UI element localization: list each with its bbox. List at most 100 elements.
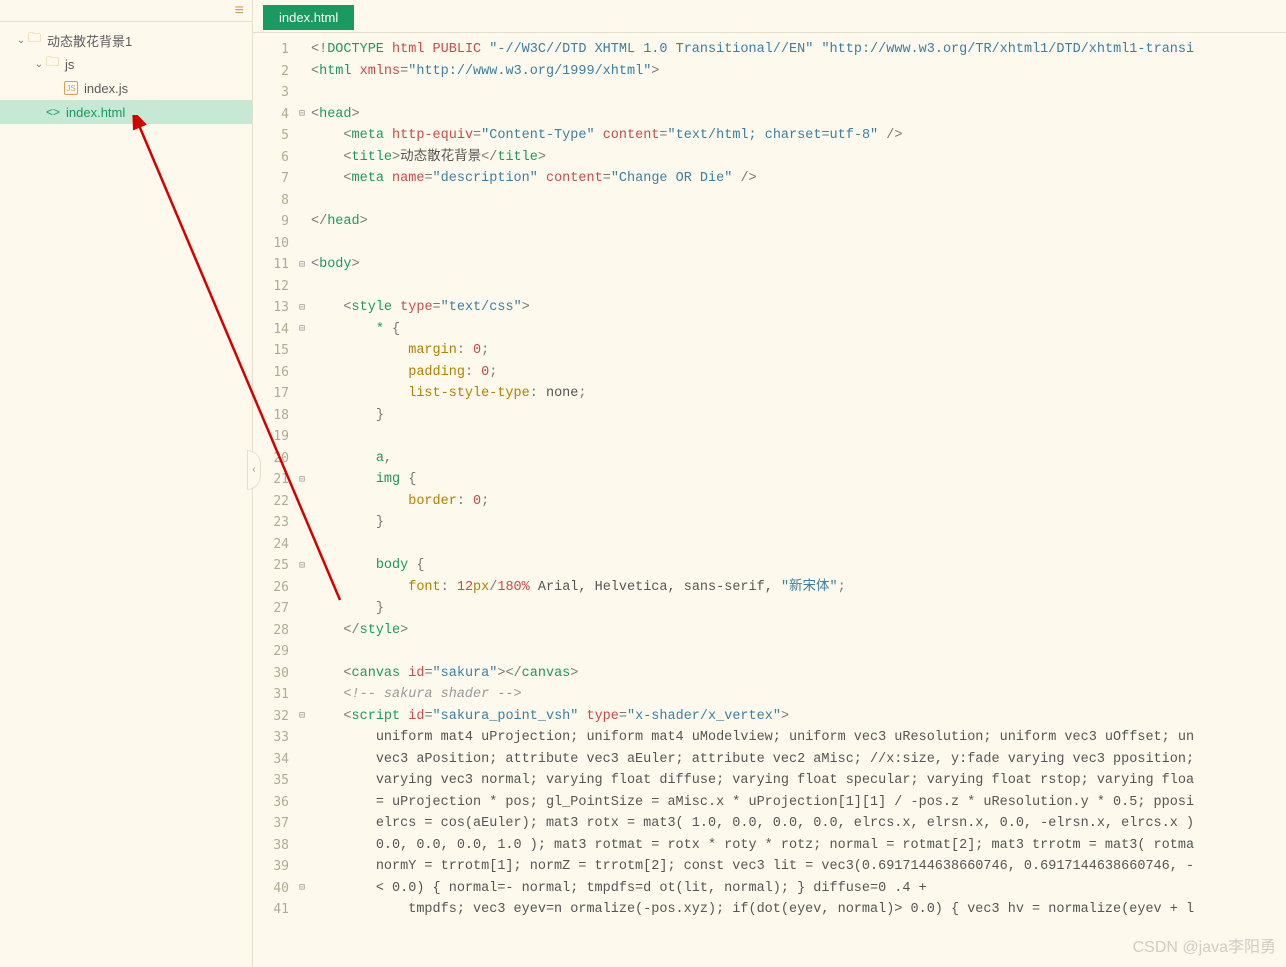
fold-toggle [295,577,309,599]
code-line[interactable]: padding: 0; [311,362,1286,384]
line-number: 11 [253,254,289,276]
fold-toggle[interactable]: ⊟ [295,555,309,577]
code-line[interactable]: varying vec3 normal; varying float diffu… [311,770,1286,792]
fold-toggle [295,856,309,878]
fold-toggle [295,749,309,771]
tree-item-label: index.js [84,81,128,96]
code-line[interactable]: font: 12px/180% Arial, Helvetica, sans-s… [311,577,1286,599]
line-number: 40 [253,878,289,900]
fold-toggle [295,899,309,921]
fold-toggle[interactable]: ⊟ [295,706,309,728]
line-number: 18 [253,405,289,427]
fold-toggle[interactable]: ⊟ [295,469,309,491]
code-line[interactable]: vec3 aPosition; attribute vec3 aEuler; a… [311,749,1286,771]
file-tree: ⌄🗀动态散花背景1⌄🗀js JS index.js <>index.html [0,22,252,124]
line-number: 31 [253,684,289,706]
code-line[interactable]: * { [311,319,1286,341]
tree-item-label: 动态散花背景1 [47,31,132,50]
code-line[interactable]: img { [311,469,1286,491]
tree-item-动态散花背景1[interactable]: ⌄🗀动态散花背景1 [0,28,252,52]
code-line[interactable] [311,82,1286,104]
file-tree-sidebar: ≡ ⌄🗀动态散花背景1⌄🗀js JS index.js <>index.html [0,0,253,967]
code-line[interactable]: <script id="sakura_point_vsh" type="x-sh… [311,706,1286,728]
code-line[interactable]: <canvas id="sakura"></canvas> [311,663,1286,685]
code-line[interactable]: <html xmlns="http://www.w3.org/1999/xhtm… [311,61,1286,83]
line-number: 2 [253,61,289,83]
code-line[interactable]: a, [311,448,1286,470]
js-file-icon: JS [64,81,78,95]
code-line[interactable]: 0.0, 0.0, 0.0, 1.0 ); mat3 rotmat = rotx… [311,835,1286,857]
html-file-icon: <> [46,105,60,119]
fold-toggle[interactable]: ⊟ [295,104,309,126]
code-line[interactable]: <meta name="description" content="Change… [311,168,1286,190]
code-line[interactable]: </head> [311,211,1286,233]
line-number: 13 [253,297,289,319]
tree-item-index-html[interactable]: <>index.html [0,100,252,124]
code-line[interactable]: <body> [311,254,1286,276]
code-line[interactable]: <!-- sakura shader --> [311,684,1286,706]
code-line[interactable]: normY = trrotm[1]; normZ = trrotm[2]; co… [311,856,1286,878]
code-line[interactable]: elrcs = cos(aEuler); mat3 rotx = mat3( 1… [311,813,1286,835]
fold-toggle[interactable]: ⊟ [295,254,309,276]
line-number: 33 [253,727,289,749]
line-number: 28 [253,620,289,642]
line-number: 6 [253,147,289,169]
code-line[interactable]: } [311,405,1286,427]
tree-item-index-js[interactable]: JS index.js [0,76,252,100]
code-line[interactable] [311,190,1286,212]
line-number: 15 [253,340,289,362]
code-line[interactable]: body { [311,555,1286,577]
code-line[interactable] [311,276,1286,298]
line-number: 16 [253,362,289,384]
code-line[interactable]: tmpdfs; vec3 eyev=n ormalize(-pos.xyz); … [311,899,1286,921]
code-line[interactable]: = uProjection * pos; gl_PointSize = aMis… [311,792,1286,814]
line-number: 14 [253,319,289,341]
code-editor[interactable]: 1234567891011121314151617181920212223242… [253,32,1286,967]
fold-toggle [295,39,309,61]
code-line[interactable]: <title>动态散花背景</title> [311,147,1286,169]
code-line[interactable]: <style type="text/css"> [311,297,1286,319]
code-line[interactable]: } [311,512,1286,534]
fold-toggle[interactable]: ⊟ [295,319,309,341]
fold-toggle [295,340,309,362]
fold-toggle [295,426,309,448]
tab-index-html[interactable]: index.html [263,5,354,30]
code-line[interactable]: </style> [311,620,1286,642]
line-number: 8 [253,190,289,212]
code-line[interactable]: margin: 0; [311,340,1286,362]
fold-toggle [295,383,309,405]
code-line[interactable] [311,641,1286,663]
fold-toggle[interactable]: ⊟ [295,878,309,900]
fold-toggle [295,362,309,384]
fold-toggle [295,684,309,706]
line-number-gutter: 1234567891011121314151617181920212223242… [253,33,295,967]
code-line[interactable]: list-style-type: none; [311,383,1286,405]
fold-toggle[interactable]: ⊟ [295,297,309,319]
code-line[interactable]: border: 0; [311,491,1286,513]
code-line[interactable]: uniform mat4 uProjection; uniform mat4 u… [311,727,1286,749]
fold-toggle [295,641,309,663]
code-line[interactable] [311,426,1286,448]
code-line[interactable]: <head> [311,104,1286,126]
line-number: 23 [253,512,289,534]
code-line[interactable]: <!DOCTYPE html PUBLIC "-//W3C//DTD XHTML… [311,39,1286,61]
fold-toggle [295,598,309,620]
code-line[interactable] [311,233,1286,255]
code-line[interactable]: <meta http-equiv="Content-Type" content=… [311,125,1286,147]
code-content[interactable]: <!DOCTYPE html PUBLIC "-//W3C//DTD XHTML… [309,33,1286,967]
tree-item-label: js [65,57,74,72]
fold-toggle [295,792,309,814]
line-number: 17 [253,383,289,405]
menu-icon[interactable]: ≡ [234,2,244,20]
fold-toggle [295,211,309,233]
fold-toggle [295,770,309,792]
line-number: 29 [253,641,289,663]
code-line[interactable] [311,534,1286,556]
tree-item-js[interactable]: ⌄🗀js [0,52,252,76]
code-line[interactable]: < 0.0) { normal=- normal; tmpdfs=d ot(li… [311,878,1286,900]
fold-toggle [295,534,309,556]
fold-toggle [295,190,309,212]
fold-toggle [295,233,309,255]
fold-toggle [295,813,309,835]
code-line[interactable]: } [311,598,1286,620]
